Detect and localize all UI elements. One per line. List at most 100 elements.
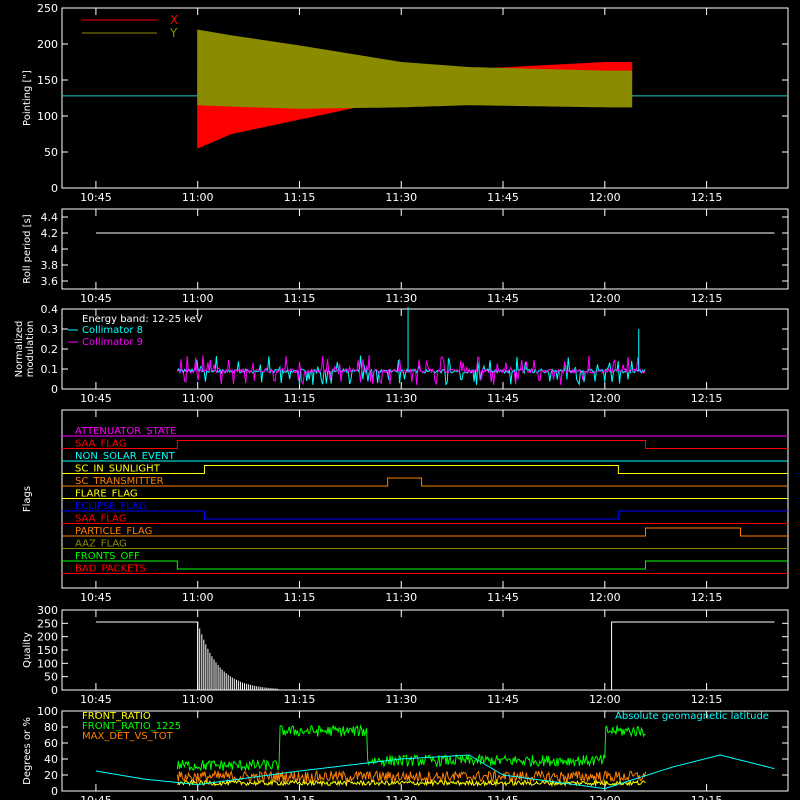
x-tick-label: 10:45 bbox=[80, 191, 112, 204]
x-tick-label: 10:45 bbox=[80, 693, 112, 706]
flag-label: AAZ_FLAG bbox=[75, 539, 127, 550]
panel-modulation: 10:45 11:00 11:15 11:30 11:45 12:00 12:15 0 0.1 0… bbox=[14, 303, 789, 405]
x-tick-label: 11:15 bbox=[284, 794, 316, 800]
x-tick-label: 11:30 bbox=[385, 591, 417, 604]
panel-quality: 10:45 11:00 11:15 11:30 11:45 12:00 12:15 05010… bbox=[22, 604, 789, 706]
x-tick-label: 11:45 bbox=[487, 392, 519, 405]
front-series-0 bbox=[176, 723, 646, 772]
x-tick-label: 11:15 bbox=[284, 591, 316, 604]
x-tick-label: 12:15 bbox=[691, 794, 723, 800]
x-tick-label: 11:30 bbox=[385, 191, 417, 204]
y-tick-label: 40 bbox=[44, 753, 58, 766]
y-tick-label: 3.8 bbox=[41, 259, 59, 272]
legend-title: Energy band: 12-25 keV bbox=[82, 314, 203, 325]
x-tick-label: 10:45 bbox=[80, 794, 112, 800]
y-tick-label: 50 bbox=[44, 146, 58, 159]
flag-label: SAA_FLAG bbox=[75, 439, 126, 450]
y-axis-label: Quality bbox=[22, 632, 33, 668]
x-tick-label: 11:15 bbox=[284, 191, 316, 204]
y-tick-label: 250 bbox=[37, 617, 58, 630]
y-axis-label: modulation bbox=[25, 321, 36, 378]
legend-label: MAX_DET_VS_TOT bbox=[82, 731, 174, 742]
quality-spikes bbox=[197, 622, 278, 690]
y-tick-label: 0.2 bbox=[41, 343, 59, 356]
panel-front: 10:45 11:00 11:15 11:30 11:45 12:00 12:15 0 20 40… bbox=[22, 705, 789, 800]
legend-label: X bbox=[170, 13, 178, 27]
y-tick-label: 80 bbox=[44, 721, 58, 734]
y-tick-label: 0.3 bbox=[41, 323, 59, 336]
y-tick-label: 200 bbox=[37, 631, 58, 644]
flag-line bbox=[62, 477, 788, 487]
y-tick-label: 250 bbox=[37, 2, 58, 15]
y-tick-label: 200 bbox=[37, 38, 58, 51]
rhessi-summary-figure: 10:45 11:00 11:15 11:30 11:45 12:00 12:1505010… bbox=[14, 2, 789, 800]
x-tick-label: 12:15 bbox=[691, 292, 723, 305]
x-tick-label: 12:00 bbox=[589, 191, 621, 204]
x-tick-label: 11:00 bbox=[182, 794, 214, 800]
flag-label: PARTICLE_FLAG bbox=[75, 526, 152, 537]
x-tick-label: 11:15 bbox=[284, 392, 316, 405]
y-axis-label: Flags bbox=[22, 486, 33, 512]
x-tick-label: 10:45 bbox=[80, 392, 112, 405]
panel-roll: 10:45 11:00 11:15 11:30 11:45 12:00 12:15 3.6 3.… bbox=[22, 208, 789, 305]
annotation-label: Absolute geomagnetic latitude bbox=[615, 711, 769, 722]
y-tick-label: 4 bbox=[51, 243, 58, 256]
x-tick-label: 12:00 bbox=[589, 392, 621, 405]
x-tick-label: 11:30 bbox=[385, 292, 417, 305]
x-tick-label: 10:45 bbox=[80, 292, 112, 305]
y-tick-label: 60 bbox=[44, 737, 58, 750]
x-tick-label: 12:15 bbox=[691, 392, 723, 405]
flag-label: SC_IN_SUNLIGHT bbox=[75, 464, 161, 475]
flag-label: ATTENUATOR_STATE bbox=[75, 426, 176, 437]
y-tick-label: 0 bbox=[51, 383, 58, 396]
y-tick-label: 4.2 bbox=[41, 227, 59, 240]
legend-label: Y bbox=[169, 26, 178, 40]
x-tick-label: 11:30 bbox=[385, 794, 417, 800]
x-tick-label: 10:45 bbox=[80, 591, 112, 604]
y-tick-label: 150 bbox=[37, 644, 58, 657]
y-tick-label: 100 bbox=[37, 705, 58, 718]
x-tick-label: 12:00 bbox=[589, 591, 621, 604]
x-tick-label: 11:30 bbox=[385, 392, 417, 405]
x-tick-label: 11:00 bbox=[182, 191, 214, 204]
x-tick-label: 11:45 bbox=[487, 292, 519, 305]
x-tick-label: 11:15 bbox=[284, 292, 316, 305]
x-tick-label: 12:15 bbox=[691, 693, 723, 706]
flag-line bbox=[62, 560, 788, 570]
x-tick-label: 12:00 bbox=[589, 693, 621, 706]
x-tick-label: 11:45 bbox=[487, 191, 519, 204]
y-tick-label: 0 bbox=[51, 785, 58, 798]
plot-frame bbox=[61, 208, 789, 290]
x-tick-label: 11:00 bbox=[182, 693, 214, 706]
front-series-1 bbox=[176, 769, 646, 784]
x-tick-label: 11:45 bbox=[487, 794, 519, 800]
x-tick-label: 11:00 bbox=[182, 392, 214, 405]
y-tick-label: 50 bbox=[44, 671, 58, 684]
flag-label: FRONTS_OFF bbox=[75, 551, 140, 562]
x-tick-label: 12:00 bbox=[589, 794, 621, 800]
y-axis-label: Pointing ["] bbox=[22, 70, 33, 126]
y-tick-label: 0.1 bbox=[41, 363, 59, 376]
x-tick-label: 12:00 bbox=[589, 292, 621, 305]
y-tick-label: 0 bbox=[51, 684, 58, 697]
y-tick-label: 300 bbox=[37, 604, 58, 617]
x-tick-label: 11:00 bbox=[182, 292, 214, 305]
x-tick-label: 11:00 bbox=[182, 591, 214, 604]
flag-line bbox=[62, 510, 788, 520]
y-tick-label: 0 bbox=[51, 182, 58, 195]
flag-line bbox=[62, 527, 788, 537]
x-tick-label: 11:30 bbox=[385, 693, 417, 706]
flag-line bbox=[62, 465, 788, 474]
flag-label: SAA_FLAG bbox=[75, 514, 126, 525]
flag-label: BAD_PACKETS bbox=[75, 564, 146, 575]
x-tick-label: 11:15 bbox=[284, 693, 316, 706]
panel-pointing: 10:45 11:00 11:15 11:30 11:45 12:00 12:15 0 50 10… bbox=[22, 2, 789, 204]
panel-flags: 10:45 11:00 11:15 11:30 11:45 12:00 12:15 Flags… bbox=[22, 409, 789, 604]
y-tick-label: 4.4 bbox=[41, 211, 59, 224]
flag-label: FLARE_FLAG bbox=[75, 489, 138, 500]
y-axis-label: Roll period [s] bbox=[22, 214, 33, 283]
legend-label: Collimator 8 bbox=[82, 325, 143, 336]
y-tick-label: 0.4 bbox=[41, 303, 59, 316]
flag-label: NON_SOLAR_EVENT bbox=[75, 451, 176, 462]
flag-label: ECLIPSE_FLAG bbox=[75, 501, 146, 512]
